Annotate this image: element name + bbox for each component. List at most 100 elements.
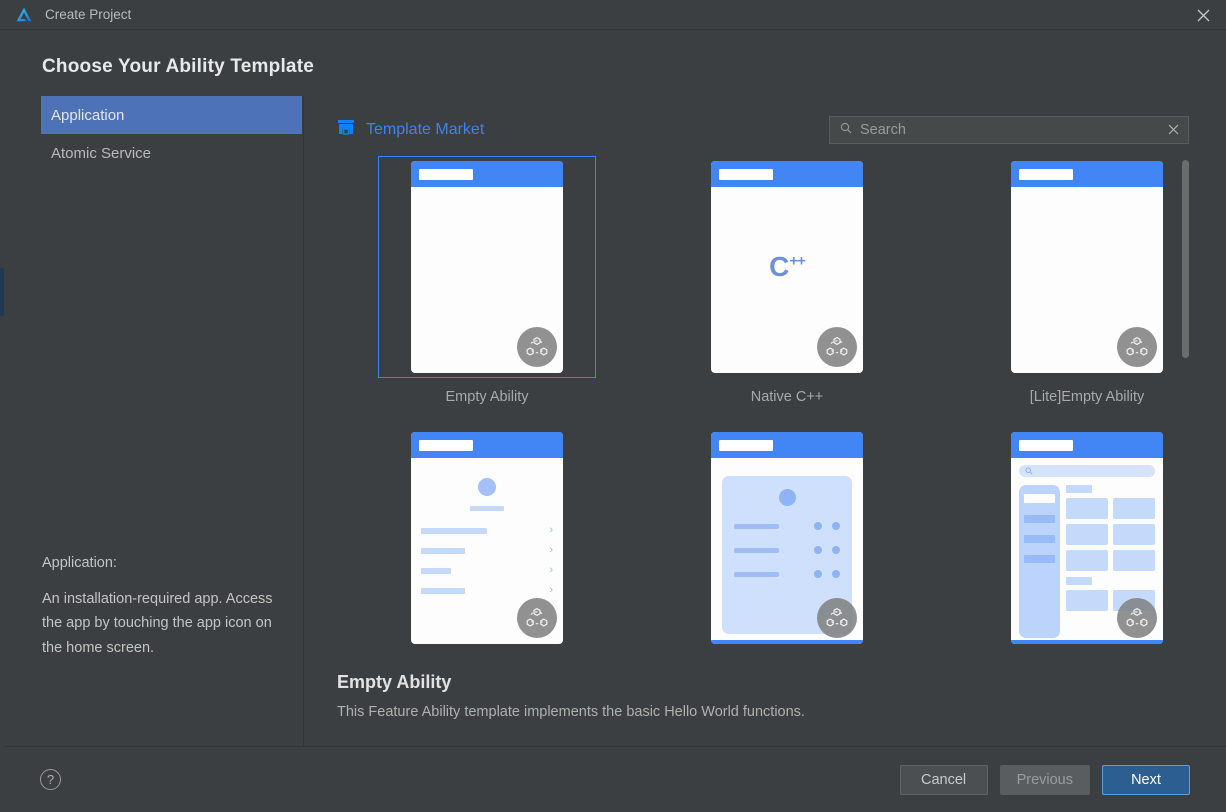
- sidebar-description-label: Application:: [42, 555, 117, 571]
- template-preview: [711, 432, 863, 644]
- preview-search-pill: [1019, 465, 1155, 477]
- sidebar-item-label: Atomic Service: [51, 144, 152, 162]
- preview-subtitle: [470, 506, 504, 511]
- chevron-right-icon: ›: [549, 564, 553, 576]
- template-card-frame: › › › ›: [378, 427, 596, 649]
- distributed-ability-icon: [1117, 598, 1157, 638]
- preview-content: › › › ›: [411, 458, 563, 596]
- template-card-frame: C++: [678, 156, 896, 378]
- previous-button-label: Previous: [1016, 771, 1073, 788]
- preview-list-row: [734, 522, 840, 530]
- preview-list: › › › ›: [421, 525, 553, 596]
- preview-list-row: ›: [421, 525, 553, 536]
- preview-avatar: [478, 478, 496, 496]
- preview-list-row: [734, 570, 840, 578]
- template-card-settings-list[interactable]: › › › ›: [337, 427, 637, 660]
- preview-avatar: [778, 489, 796, 506]
- selected-template-description: This Feature Ability template implements…: [337, 704, 805, 720]
- template-preview: [411, 161, 563, 373]
- distributed-ability-icon: [817, 598, 857, 638]
- template-preview: [1011, 161, 1163, 373]
- preview-nav-column: [1019, 485, 1060, 638]
- create-project-dialog: Create Project Choose Your Ability Templ…: [0, 0, 1226, 812]
- preview-list-row: ›: [421, 545, 553, 556]
- template-card-empty-ability[interactable]: Empty Ability: [337, 156, 637, 405]
- template-preview: [1011, 432, 1163, 644]
- help-icon[interactable]: ?: [40, 769, 61, 790]
- chevron-right-icon: ›: [549, 584, 553, 596]
- distributed-ability-icon: [817, 327, 857, 367]
- grid-scrollbar[interactable]: [1182, 160, 1189, 358]
- sidebar-description-text: An installation-required app. Access the…: [42, 590, 273, 656]
- template-market-link[interactable]: Template Market: [337, 118, 484, 141]
- preview-title-pill: [1019, 168, 1073, 180]
- title-bar: Create Project: [0, 0, 1226, 30]
- template-card-panel[interactable]: [637, 427, 937, 660]
- preview-topbar: [711, 432, 863, 458]
- sidebar: Application Atomic Service Application: …: [0, 96, 304, 746]
- template-card-frame: [678, 427, 896, 649]
- template-card-frame: [978, 427, 1196, 649]
- cpp-glyph-letter: C: [769, 251, 790, 282]
- template-card-frame: [378, 156, 596, 378]
- selected-template-detail: Empty Ability This Feature Ability templ…: [304, 664, 1226, 746]
- preview-title-pill: [719, 168, 773, 180]
- sidebar-item-application[interactable]: Application: [41, 96, 302, 134]
- template-market-label: Template Market: [366, 120, 485, 138]
- previous-button[interactable]: Previous: [999, 764, 1090, 795]
- preview-title-pill: [719, 439, 773, 451]
- footer-buttons: Cancel Previous Next: [899, 764, 1190, 795]
- page-title: Choose Your Ability Template: [42, 56, 314, 77]
- main-toolbar: Template Market Search: [304, 96, 1226, 148]
- preview-topbar: [711, 161, 863, 187]
- search-input[interactable]: Search: [829, 115, 1189, 144]
- window-title: Create Project: [45, 7, 132, 22]
- template-card-native-cpp[interactable]: C++ Native C++: [637, 156, 937, 405]
- template-preview: C++: [711, 161, 863, 373]
- preview-title-pill: [419, 168, 473, 180]
- preview-list-row: ›: [421, 565, 553, 576]
- distributed-ability-icon: [517, 598, 557, 638]
- cancel-button-label: Cancel: [921, 771, 967, 788]
- main-panel: Template Market Search Empty Ability C++…: [304, 96, 1226, 746]
- preview-topbar: [1011, 161, 1163, 187]
- dialog-body: Application Atomic Service Application: …: [0, 96, 1226, 746]
- selected-template-title: Empty Ability: [337, 672, 452, 692]
- cpp-glyph-icon: C++: [711, 251, 863, 283]
- preview-topbar: [1011, 432, 1163, 458]
- footer: ? Cancel Previous Next: [0, 746, 1226, 812]
- search-placeholder: Search: [860, 121, 906, 138]
- preview-bottombar: [1011, 640, 1163, 644]
- preview-bottombar: [711, 640, 863, 644]
- chevron-right-icon: ›: [549, 524, 553, 536]
- preview-title-pill: [419, 439, 473, 451]
- sidebar-description: Application: An installation-required ap…: [42, 551, 292, 660]
- preview-topbar: [411, 432, 563, 458]
- help-icon-label: ?: [46, 772, 55, 787]
- preview-list-row: ›: [421, 585, 553, 596]
- next-button-label: Next: [1131, 771, 1161, 788]
- distributed-ability-icon: [517, 327, 557, 367]
- search-clear-icon[interactable]: [1168, 123, 1179, 137]
- preview-topbar: [411, 161, 563, 187]
- preview-list-row: [734, 546, 840, 554]
- sidebar-item-label: Application: [51, 106, 125, 124]
- template-card-label: Empty Ability: [445, 389, 529, 405]
- template-card-label: Native C++: [750, 389, 824, 405]
- next-button[interactable]: Next: [1102, 764, 1190, 795]
- template-grid: Empty Ability C++ Native C++ [Lite]Empty…: [304, 154, 1226, 660]
- cpp-glyph-plus: ++: [789, 252, 806, 270]
- template-preview: › › › ›: [411, 432, 563, 644]
- distributed-ability-icon: [1117, 327, 1157, 367]
- cancel-button[interactable]: Cancel: [899, 764, 988, 795]
- template-card-frame: [978, 156, 1196, 378]
- search-icon: [840, 121, 852, 139]
- huawei-devEco-logo-icon: [14, 5, 34, 25]
- sidebar-item-atomic-service[interactable]: Atomic Service: [41, 134, 302, 172]
- template-card-category-grid[interactable]: [937, 427, 1226, 660]
- template-card-label: [Lite]Empty Ability: [1029, 389, 1145, 405]
- chevron-right-icon: ›: [549, 544, 553, 556]
- preview-title-pill: [1019, 439, 1073, 451]
- store-icon: [337, 118, 355, 141]
- close-icon[interactable]: [1180, 0, 1226, 30]
